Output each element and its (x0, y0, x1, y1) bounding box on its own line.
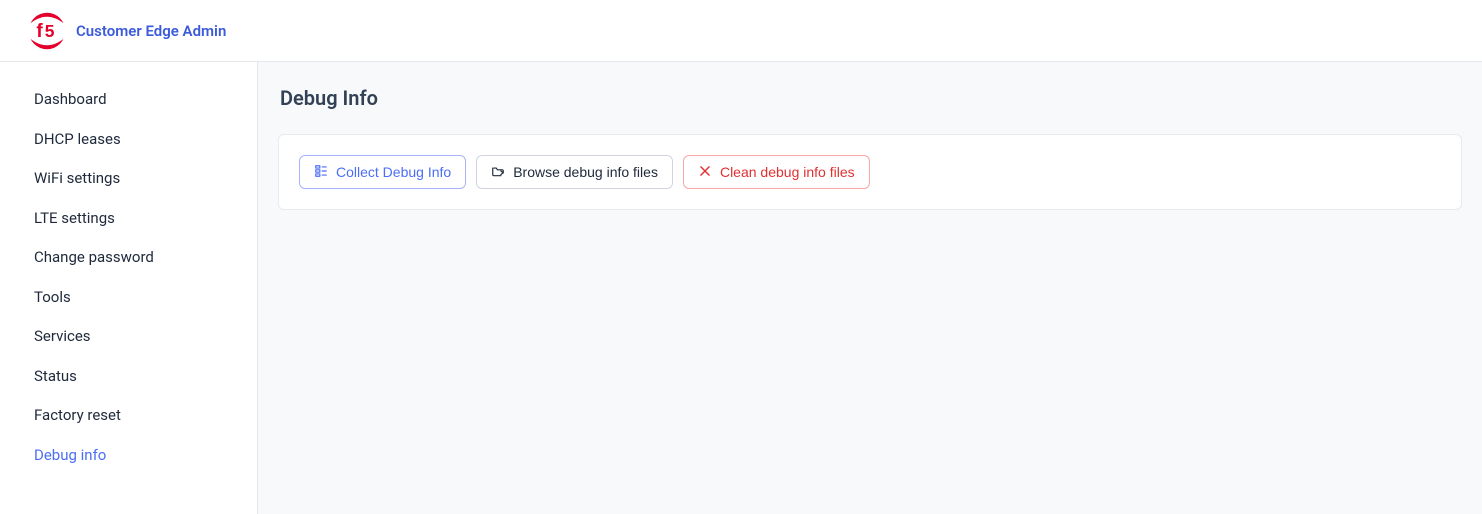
action-button-row: Collect Debug Info Browse debug info fil… (299, 155, 1441, 189)
sidebar-item-wifi-settings[interactable]: WiFi settings (0, 159, 257, 199)
browse-label: Browse debug info files (513, 164, 658, 180)
share-icon (314, 164, 328, 181)
sidebar-item-status[interactable]: Status (0, 357, 257, 397)
sidebar-item-factory-reset[interactable]: Factory reset (0, 396, 257, 436)
sidebar-item-dhcp-leases[interactable]: DHCP leases (0, 120, 257, 160)
brand-logo: f 5 (28, 12, 66, 50)
main-layout: Dashboard DHCP leases WiFi settings LTE … (0, 62, 1482, 514)
app-header: f 5 Customer Edge Admin (0, 0, 1482, 62)
clean-debug-files-button[interactable]: Clean debug info files (683, 155, 870, 189)
sidebar-item-change-password[interactable]: Change password (0, 238, 257, 278)
folder-open-icon (491, 164, 505, 181)
debug-actions-card: Collect Debug Info Browse debug info fil… (278, 134, 1462, 210)
brand-title: Customer Edge Admin (76, 22, 226, 40)
f5-logo-icon: f 5 (28, 12, 66, 50)
sidebar-item-dashboard[interactable]: Dashboard (0, 80, 257, 120)
collect-debug-info-button[interactable]: Collect Debug Info (299, 155, 466, 189)
sidebar-item-debug-info[interactable]: Debug info (0, 436, 257, 476)
page-title: Debug Info (280, 86, 1462, 110)
svg-text:f: f (36, 21, 43, 42)
sidebar-item-tools[interactable]: Tools (0, 278, 257, 318)
sidebar-item-lte-settings[interactable]: LTE settings (0, 199, 257, 239)
svg-text:5: 5 (45, 21, 55, 41)
main-content: Debug Info Collect Debug Info (258, 62, 1482, 514)
collect-label: Collect Debug Info (336, 164, 451, 180)
sidebar-nav: Dashboard DHCP leases WiFi settings LTE … (0, 62, 258, 514)
close-icon (698, 164, 712, 181)
clean-label: Clean debug info files (720, 164, 855, 180)
browse-debug-files-button[interactable]: Browse debug info files (476, 155, 673, 189)
sidebar-item-services[interactable]: Services (0, 317, 257, 357)
